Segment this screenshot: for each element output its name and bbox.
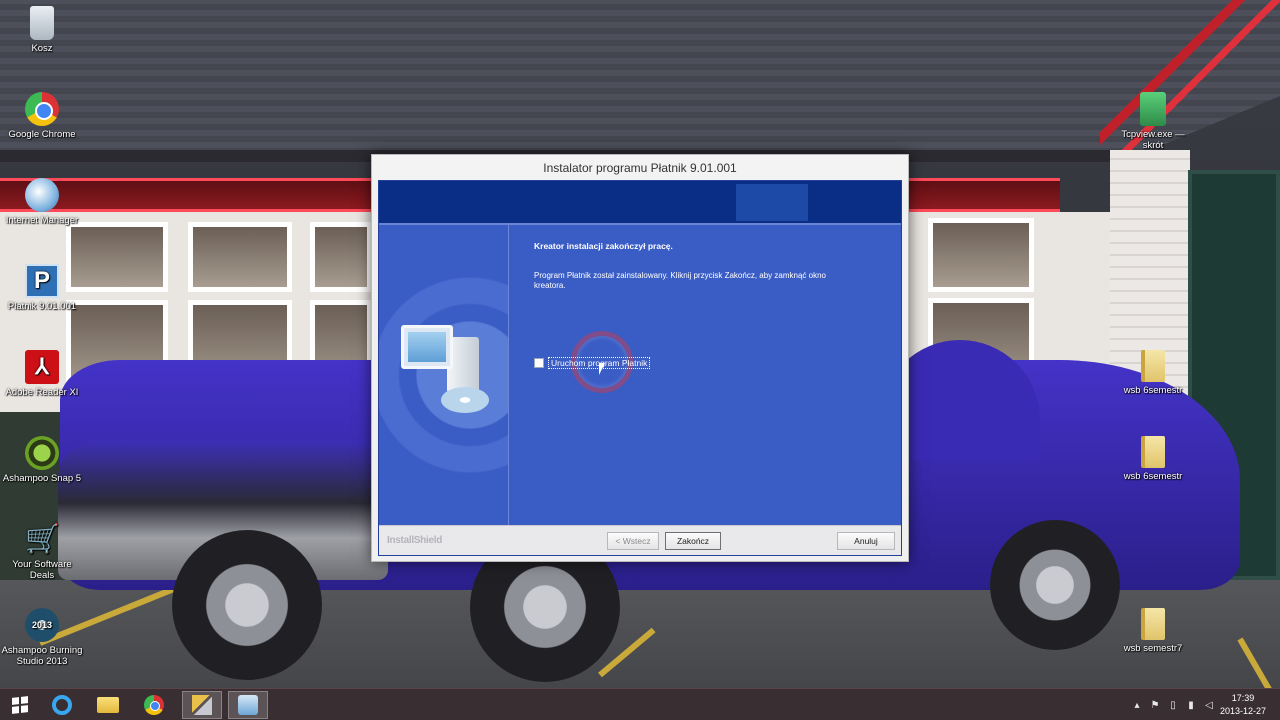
desktop-icon-your-software-deals[interactable]: 🛒 Your Software Deals bbox=[0, 522, 84, 581]
clock-date: 2013-12-27 bbox=[1219, 706, 1266, 716]
taskbar-internet-explorer[interactable] bbox=[42, 691, 82, 719]
desktop-icon-label: wsb 6semestr bbox=[1123, 385, 1183, 396]
desktop-icon-ashampoo-snap[interactable]: Ashampoo Snap 5 bbox=[0, 436, 84, 484]
installer-description: Program Płatnik został zainstalowany. Kl… bbox=[534, 271, 826, 290]
desktop-icon-folder[interactable]: wsb 6semestr bbox=[1110, 436, 1196, 482]
taskbar-clock[interactable]: 17:39 2013-12-27 bbox=[1220, 692, 1266, 718]
clock-time: 17:39 bbox=[1231, 693, 1255, 703]
finish-button[interactable]: Zakończ bbox=[665, 532, 721, 550]
installshield-brand: InstallShield bbox=[387, 535, 443, 546]
desktop-icon-label: Google Chrome bbox=[8, 129, 76, 140]
taskbar-chrome[interactable] bbox=[134, 691, 174, 719]
back-button[interactable]: < Wstecz bbox=[607, 532, 659, 550]
burning-studio-icon: 2013 bbox=[25, 608, 59, 642]
system-tray: ▴ ⚑ ▯ ▮ ◁ bbox=[1132, 689, 1214, 720]
show-hidden-icons-button[interactable]: ▴ bbox=[1132, 700, 1142, 711]
desktop-icon-chrome[interactable]: Google Chrome bbox=[0, 92, 84, 140]
installer-titlebar[interactable]: Instalator programu Płatnik 9.01.001 bbox=[372, 155, 908, 180]
desktop-icon-tcpview[interactable]: Tcpview.exe — skrót bbox=[1110, 92, 1196, 151]
desktop-icon-folder[interactable]: wsb 6semestr bbox=[1110, 350, 1196, 396]
ashampoo-snap-icon bbox=[25, 436, 59, 470]
desktop-icon-label: wsb semestr7 bbox=[1123, 643, 1183, 654]
shopping-cart-icon: 🛒 bbox=[25, 523, 60, 554]
desktop-icon-label: wsb 6semestr bbox=[1123, 471, 1183, 482]
platnik-icon: P bbox=[25, 264, 59, 298]
chrome-icon bbox=[144, 695, 164, 715]
launch-program-checkbox[interactable] bbox=[534, 358, 544, 368]
installer-title: Instalator programu Płatnik 9.01.001 bbox=[543, 160, 737, 175]
desktop-icon-label: Adobe Reader XI bbox=[5, 387, 79, 398]
adobe-reader-icon: ⅄ bbox=[25, 350, 59, 384]
taskbar: ▴ ⚑ ▯ ▮ ◁ 17:39 2013-12-27 bbox=[0, 688, 1280, 720]
file-explorer-icon bbox=[97, 697, 119, 713]
tools-icon bbox=[192, 695, 212, 715]
desktop-icon-label: Internet Manager bbox=[5, 215, 79, 226]
installer-button-bar: InstallShield < Wstecz Zakończ Anuluj bbox=[379, 525, 901, 555]
computer-icon bbox=[401, 325, 493, 421]
taskbar-tools[interactable] bbox=[182, 691, 222, 719]
desktop-icon-label: Kosz bbox=[31, 43, 53, 54]
wallpaper-window bbox=[310, 222, 372, 292]
wallpaper-roof bbox=[0, 0, 1280, 160]
desktop-icon-label: Your Software Deals bbox=[12, 559, 72, 581]
desktop-icon-burning-studio[interactable]: 2013 Ashampoo Burning Studio 2013 bbox=[0, 608, 84, 667]
internet-explorer-icon bbox=[52, 695, 72, 715]
flag-icon[interactable]: ⚑ bbox=[1150, 700, 1160, 711]
desktop-icon-internet-manager[interactable]: Internet Manager bbox=[0, 178, 84, 226]
disc-icon bbox=[441, 387, 489, 413]
installer-icon bbox=[238, 695, 258, 715]
folder-icon bbox=[1141, 436, 1165, 468]
monitor-icon bbox=[401, 325, 453, 369]
desktop-icon-platnik[interactable]: P Płatnik 9.01.001 bbox=[0, 264, 84, 312]
wallpaper-window bbox=[928, 218, 1034, 292]
chrome-icon bbox=[25, 92, 59, 126]
side-panel-divider bbox=[508, 225, 509, 525]
desktop-icon-recycle-bin[interactable]: Kosz bbox=[0, 6, 84, 54]
start-icon bbox=[12, 696, 28, 714]
cancel-button[interactable]: Anuluj bbox=[837, 532, 895, 550]
desktop-icon-label: Ashampoo Burning Studio 2013 bbox=[1, 645, 83, 667]
folder-icon bbox=[1141, 608, 1165, 640]
installer-content: Kreator instalacji zakończył pracę. Prog… bbox=[378, 180, 902, 556]
device-icon[interactable]: ▯ bbox=[1168, 700, 1178, 711]
desktop-icon-label: Płatnik 9.01.001 bbox=[7, 301, 77, 312]
launch-program-option[interactable]: Uruchom program Płatnik bbox=[534, 357, 651, 369]
taskbar-file-explorer[interactable] bbox=[88, 691, 128, 719]
installer-banner-block bbox=[736, 184, 808, 221]
network-icon[interactable]: ▮ bbox=[1186, 700, 1196, 711]
folder-icon bbox=[1141, 350, 1165, 382]
desktop-icon-adobe-reader[interactable]: ⅄ Adobe Reader XI bbox=[0, 350, 84, 398]
desktop-icon-label: Ashampoo Snap 5 bbox=[2, 473, 82, 484]
wallpaper-car-wheel bbox=[172, 530, 322, 680]
desktop-icon-label: Tcpview.exe — skrót bbox=[1121, 129, 1185, 151]
internet-download-manager-icon bbox=[25, 178, 59, 212]
desktop-icon-folder[interactable]: wsb semestr7 bbox=[1110, 608, 1196, 654]
wallpaper-window bbox=[188, 222, 292, 292]
volume-icon[interactable]: ◁ bbox=[1204, 700, 1214, 711]
installer-window: Instalator programu Płatnik 9.01.001 Kre… bbox=[371, 154, 909, 562]
tcpview-icon bbox=[1140, 92, 1166, 126]
wallpaper-car-wheel bbox=[990, 520, 1120, 650]
installer-side-panel bbox=[379, 225, 509, 525]
mouse-cursor-icon bbox=[599, 363, 605, 375]
start-button[interactable] bbox=[0, 691, 40, 719]
taskbar-installer[interactable] bbox=[228, 691, 268, 719]
recycle-bin-icon bbox=[30, 6, 54, 40]
installer-banner bbox=[379, 181, 901, 223]
installer-heading: Kreator instalacji zakończył pracę. bbox=[534, 241, 673, 251]
